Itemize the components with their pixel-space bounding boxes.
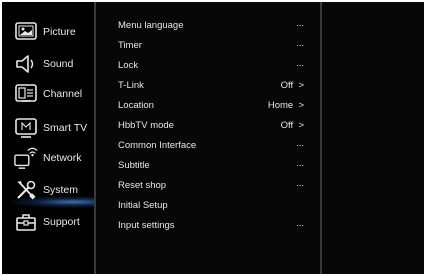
sidebar-item-support[interactable]: Support [2, 208, 94, 236]
menu-item-value: Off > [280, 80, 304, 91]
menu-item-value: ... [296, 38, 304, 48]
sidebar-item-label: Support [43, 216, 80, 228]
network-icon [14, 146, 38, 170]
menu-item-value: ... [296, 18, 304, 28]
detail-panel [322, 2, 424, 274]
menu-item-common-interface[interactable]: Common Interface ... [96, 136, 320, 156]
menu-item-label: Lock [118, 60, 139, 71]
menu-item-label: Reset shop [118, 180, 167, 191]
toolbox-icon [14, 210, 38, 234]
sidebar-item-system[interactable]: System [2, 176, 94, 204]
speaker-icon [14, 52, 38, 76]
menu-item-value: ... [296, 178, 304, 188]
menu-item-input-settings[interactable]: Input settings ... [96, 216, 320, 236]
sidebar-item-picture[interactable]: Picture [2, 18, 94, 46]
menu-item-value: ... [296, 138, 304, 148]
sidebar-item-sound[interactable]: Sound [2, 50, 94, 78]
menu-item-label: Location [118, 100, 154, 111]
menu-item-value: Home > [267, 100, 304, 111]
tv-settings-screen: Picture Sound Channel Smart TV Network S… [2, 2, 424, 274]
menu-item-label: T-Link [118, 80, 144, 91]
menu-item-value: ... [296, 158, 304, 168]
sidebar-item-channel[interactable]: Channel [2, 80, 94, 108]
menu-item-timer[interactable]: Timer ... [96, 36, 320, 56]
menu-item-label: Common Interface [118, 140, 197, 151]
menu-item-label: Subtitle [118, 160, 150, 171]
sidebar-item-smart-tv[interactable]: Smart TV [2, 114, 94, 142]
sidebar-item-label: Sound [43, 58, 74, 70]
menu-item-menu-language[interactable]: Menu language ... [96, 16, 320, 36]
sidebar-item-label: Smart TV [43, 122, 88, 134]
menu-item-hbbtv-mode[interactable]: HbbTV mode Off > [96, 116, 320, 136]
sidebar-item-label: Picture [43, 26, 76, 38]
system-menu-panel: Menu language ... Timer ... Lock ... T-L… [96, 2, 320, 274]
menu-item-label: Timer [118, 40, 142, 51]
menu-item-value: ... [296, 218, 304, 228]
smart-tv-icon [14, 116, 38, 140]
menu-item-label: Initial Setup [118, 200, 168, 211]
sidebar-item-label: Channel [43, 88, 83, 100]
menu-item-label: Input settings [118, 220, 175, 231]
menu-item-location[interactable]: Location Home > [96, 96, 320, 116]
picture-icon [14, 20, 38, 44]
sidebar-item-label: System [43, 184, 79, 196]
menu-item-value: Off > [280, 120, 304, 131]
menu-item-lock[interactable]: Lock ... [96, 56, 320, 76]
settings-sidebar: Picture Sound Channel Smart TV Network S… [2, 2, 94, 274]
menu-item-t-link[interactable]: T-Link Off > [96, 76, 320, 96]
menu-item-label: HbbTV mode [118, 120, 174, 131]
sidebar-item-label: Network [43, 152, 82, 164]
menu-item-value: ... [296, 58, 304, 68]
menu-item-initial-setup[interactable]: Initial Setup [96, 196, 320, 216]
sidebar-item-network[interactable]: Network [2, 144, 94, 172]
menu-item-reset-shop[interactable]: Reset shop ... [96, 176, 320, 196]
tools-icon [14, 178, 38, 202]
menu-item-subtitle[interactable]: Subtitle ... [96, 156, 320, 176]
menu-item-label: Menu language [118, 20, 184, 31]
channel-icon [14, 82, 38, 106]
